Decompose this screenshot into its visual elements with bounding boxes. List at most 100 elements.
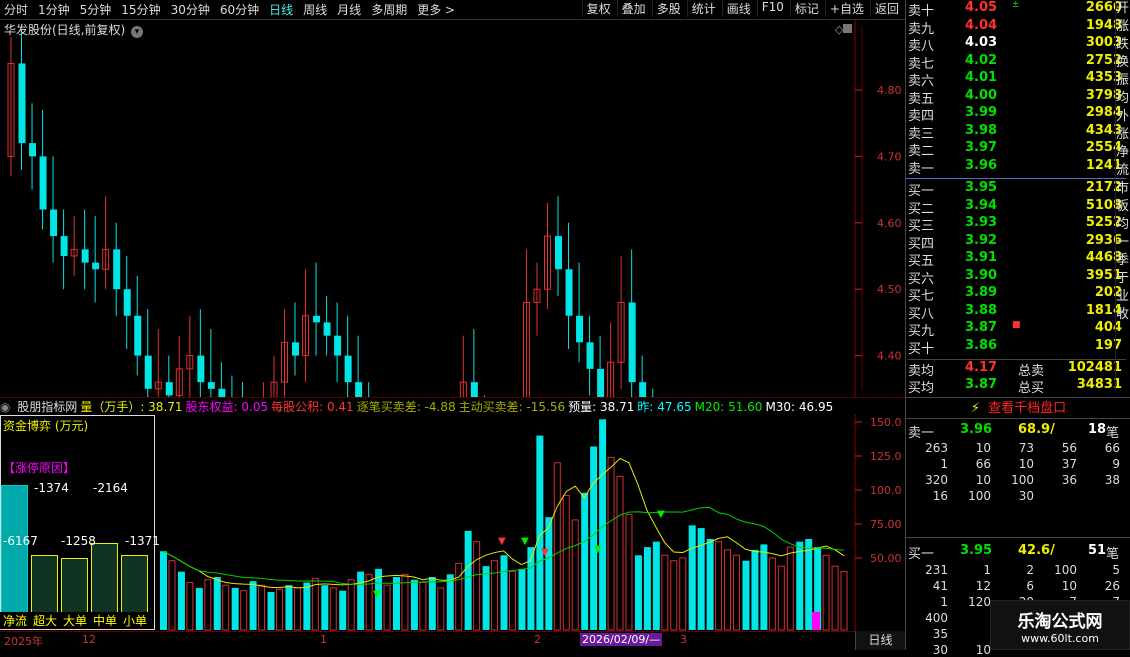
order-book-row[interactable]: 卖五 4.00 3798	[908, 88, 1126, 107]
toolbar-action-button[interactable]: 叠加	[616, 0, 652, 17]
toolbar-action-button[interactable]: F10	[756, 0, 790, 17]
candle-body	[555, 236, 563, 270]
order-book-row[interactable]: 买二 3.94 5108	[908, 198, 1126, 217]
period-tab[interactable]: 周线	[299, 1, 333, 18]
signal-arrow-icon: ▼	[521, 536, 529, 547]
order-book-row[interactable]: 卖十 4.05 ±2660	[908, 0, 1126, 19]
signal-arrow-icon: ▼	[373, 589, 381, 600]
period-tab[interactable]: 60分钟	[216, 1, 265, 18]
volume-bar	[571, 519, 579, 631]
indicator-toggle-icon[interactable]: ◉	[0, 400, 14, 413]
chart-title[interactable]: 华发股份(日线,前复权) ▾	[4, 21, 144, 38]
order-book-row[interactable]: 卖七 4.02 2752	[908, 53, 1126, 72]
level-label: 买八	[908, 306, 935, 322]
volume-bar	[697, 528, 705, 630]
level-price: 3.99	[965, 105, 998, 120]
order-book-row[interactable]: 买六 3.90 3951	[908, 268, 1126, 287]
order-book-row[interactable]: 买三 3.93 5252	[908, 215, 1126, 234]
volume-bar	[831, 565, 839, 631]
diamond-icon[interactable]: ◇	[835, 23, 844, 36]
quote-side-label: 跌	[1116, 37, 1130, 52]
volume-bar	[437, 587, 445, 631]
order-book-row[interactable]: 卖四 3.99 2984	[908, 105, 1126, 124]
candle-body	[586, 342, 594, 369]
volume-bar	[464, 530, 472, 630]
period-tab[interactable]: 日线	[265, 1, 299, 18]
order-book-row[interactable]: 买九 3.87 ■ 404	[908, 320, 1126, 339]
order-book-row[interactable]: 买十 3.86 197	[908, 338, 1126, 357]
level-price: 4.01	[965, 70, 998, 85]
queue-cell: 12	[975, 579, 991, 593]
order-book-row[interactable]: 卖八 4.03 3003	[908, 35, 1126, 54]
period-tab[interactable]: 30分钟	[167, 1, 216, 18]
toolbar-action-button[interactable]: 复权	[581, 0, 617, 17]
order-book-row[interactable]: 买五 3.91 4468	[908, 250, 1126, 269]
view-depth-button[interactable]: ⚡ 查看千档盘口	[906, 397, 1130, 419]
price-tick-label: 4.80	[877, 84, 902, 97]
fund-value: -6167	[3, 534, 38, 548]
candle-body	[313, 315, 321, 323]
period-tab[interactable]: 多周期	[367, 1, 413, 18]
toolbar-action-button[interactable]: 多股	[651, 0, 687, 17]
volume-bar	[357, 571, 365, 630]
indicator-value: 主动买卖差: -15.56	[458, 400, 566, 413]
period-label[interactable]: 日线	[855, 631, 905, 650]
toolbar-action-button[interactable]: 统计	[686, 0, 722, 17]
order-book-row[interactable]: 卖六 4.01 4353	[908, 70, 1126, 89]
candle-body	[628, 302, 636, 383]
order-book-row[interactable]: 买四 3.92 2936	[908, 233, 1126, 252]
candle-body	[134, 315, 142, 356]
period-tab[interactable]: 15分钟	[117, 1, 166, 18]
toolbar-action-button[interactable]: 画线	[721, 0, 757, 17]
period-tab[interactable]: 分时	[0, 1, 34, 18]
volume-bar	[213, 577, 221, 630]
candle-body	[639, 382, 647, 397]
volume-bar	[777, 565, 785, 631]
volume-bar	[805, 538, 813, 630]
order-book-row[interactable]: 买七 3.89 202	[908, 285, 1126, 304]
order-book-row[interactable]: 卖九 4.04 1948	[908, 18, 1126, 37]
period-tab[interactable]: 5分钟	[76, 1, 118, 18]
quote-side-label: 市	[1116, 181, 1130, 196]
volume-bar	[365, 573, 373, 631]
quote-side-label: 均	[1116, 217, 1130, 232]
date-label: 1	[320, 633, 327, 646]
watermark-url: www.60lt.com	[1021, 632, 1099, 645]
volume-bar	[240, 590, 248, 631]
period-tab[interactable]: 1分钟	[34, 1, 76, 18]
quote-side-label: 季	[1116, 253, 1130, 268]
total-volume: 102481	[1067, 360, 1122, 375]
queue-label: 买一	[908, 547, 935, 562]
toolbar-action-button[interactable]: +自选	[824, 0, 870, 17]
order-book-row[interactable]: 买一 3.95 2172	[908, 180, 1126, 199]
volume-bar	[661, 554, 669, 631]
candle-body	[92, 262, 100, 270]
indicator-name[interactable]: 股朋指标网	[17, 400, 77, 413]
quote-side-label: 振	[1116, 73, 1130, 88]
chevron-down-icon[interactable]: ▾	[131, 26, 144, 38]
vol-tick-label: 150.0	[870, 416, 902, 429]
toolbar-action-button[interactable]: 标记	[789, 0, 825, 17]
order-book-row[interactable]: 卖三 3.98 4343	[908, 123, 1126, 142]
order-book-row[interactable]: 卖一 3.96 1241	[908, 158, 1126, 177]
level-label: 买二	[908, 201, 935, 217]
fund-value: -1371	[125, 534, 160, 548]
period-tab[interactable]: 月线	[333, 1, 367, 18]
queue-cell: 10	[1061, 579, 1077, 593]
bid-ask-divider	[906, 178, 1126, 179]
candle-body	[29, 143, 37, 157]
period-tab[interactable]: 更多 >	[413, 1, 461, 18]
order-book-row[interactable]: 买八 3.88 1814	[908, 303, 1126, 322]
volume-bar	[786, 546, 794, 631]
quote-side-label: 换	[1116, 55, 1130, 70]
maximize-icon[interactable]	[843, 24, 852, 33]
candlestick-chart[interactable]: 4.804.704.604.504.404.304.204.104.00◇4.1…	[0, 20, 905, 397]
queue-cell: 36	[1061, 473, 1077, 487]
volume-bar	[204, 579, 212, 631]
fund-title: 资金博弈 (万元)	[3, 419, 89, 433]
level-label: 卖十	[908, 4, 935, 19]
volume-bar	[751, 549, 759, 630]
candle-body	[123, 289, 131, 316]
toolbar-action-button[interactable]: 返回	[869, 0, 905, 17]
order-book-row[interactable]: 卖二 3.97 2554	[908, 140, 1126, 159]
